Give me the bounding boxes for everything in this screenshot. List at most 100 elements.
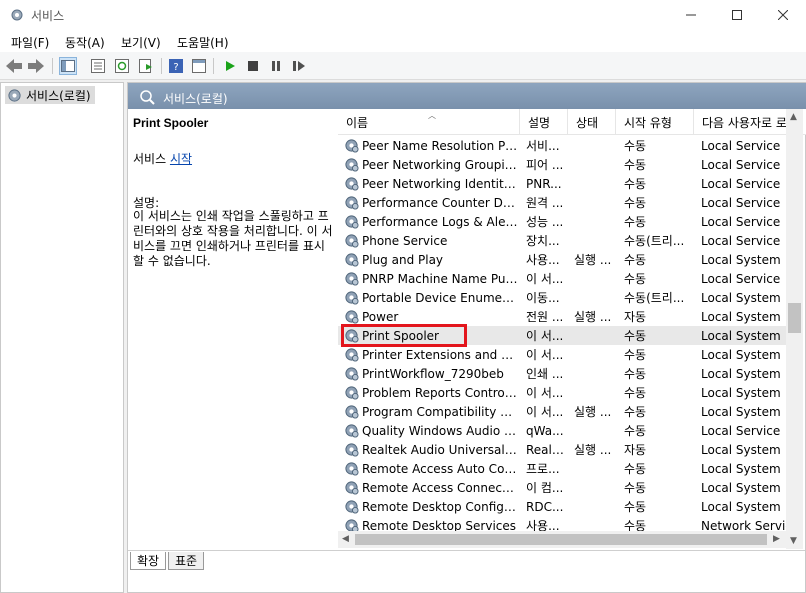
column-startup-type[interactable]: 시작 유형 <box>616 109 694 135</box>
service-row[interactable]: Print Spooler 이 서... 수동 Local System <box>338 324 796 347</box>
menu-bar: 파일(F) 동작(A) 보기(V) 도움말(H) <box>0 30 806 52</box>
service-row[interactable]: Phone Service 장치... 수동(트리... Local Service <box>338 231 796 250</box>
service-gear-icon <box>345 139 359 153</box>
service-name: Program Compatibility Assi... <box>362 404 518 419</box>
service-startup-type: 수동 <box>624 215 647 229</box>
view-tabs: 확장 표준 <box>128 550 805 570</box>
scroll-right-icon[interactable]: ▶ <box>773 534 780 544</box>
service-log-on-as: Local System <box>701 290 781 305</box>
service-row[interactable]: Peer Networking Identity ... PNR... 수동 Loca… <box>338 174 796 193</box>
tab-standard[interactable]: 표준 <box>168 552 205 570</box>
service-row[interactable]: Peer Networking Grouping 피어 ... 수동 Local Se… <box>338 155 796 174</box>
close-button[interactable] <box>760 0 806 30</box>
horizontal-scrollbar[interactable]: ◀ ▶ <box>338 531 786 548</box>
help-button[interactable]: ? <box>167 57 185 75</box>
forward-button[interactable] <box>27 57 45 75</box>
scroll-up-icon[interactable]: ▲ <box>790 112 797 122</box>
service-row[interactable]: Program Compatibility Assi... 이 서... 실행 ..… <box>338 402 796 421</box>
service-status: 실행 ... <box>574 310 612 324</box>
service-name: Performance Logs & Alerts <box>362 214 518 229</box>
service-row[interactable]: Remote Desktop Configura... RDC... 수동 Local… <box>338 497 796 516</box>
tab-extended[interactable]: 확장 <box>130 552 167 570</box>
tree-item-services-local[interactable]: 서비스(로컬) <box>5 86 95 104</box>
service-row[interactable]: Portable Device Enumerato... 이동... 수동(트리..… <box>338 288 796 307</box>
service-action-line: 서비스 시작 <box>133 150 192 167</box>
show-hide-tree-button[interactable] <box>59 57 77 75</box>
column-description[interactable]: 설명 <box>520 109 568 135</box>
menu-help[interactable]: 도움말(H) <box>177 34 229 51</box>
svg-text:?: ? <box>173 62 178 73</box>
toolbar: ? <box>0 52 806 80</box>
service-row[interactable]: Performance Counter DLL ... 원격 ... 수동 Local… <box>338 193 796 212</box>
restart-service-button[interactable] <box>290 57 308 75</box>
services-list: 이름 ︿ 설명 상태 시작 유형 다음 사용자로 로 Peer Name Res… <box>338 109 806 549</box>
refresh-icon <box>115 59 129 73</box>
pause-service-button[interactable] <box>267 57 285 75</box>
start-service-button[interactable] <box>221 57 239 75</box>
column-status[interactable]: 상태 <box>568 109 616 135</box>
service-row[interactable]: Printer Extensions and Noti... 이 서... 수동 Lo… <box>338 345 796 364</box>
start-service-link[interactable]: 시작 <box>170 152 192 166</box>
service-gear-icon <box>345 348 359 362</box>
stop-service-icon <box>248 61 258 71</box>
service-row[interactable]: Realtek Audio Universal Ser... Realt... 실행… <box>338 440 796 459</box>
service-startup-type: 수동 <box>624 158 647 172</box>
stop-service-button[interactable] <box>244 57 262 75</box>
service-description: 프로... <box>526 462 560 476</box>
horizontal-scroll-thumb[interactable] <box>355 534 767 545</box>
export-list-button[interactable] <box>137 57 155 75</box>
service-row[interactable]: Peer Name Resolution Prot... 서비... 수동 Local… <box>338 136 796 155</box>
menu-view[interactable]: 보기(V) <box>121 34 161 51</box>
scroll-down-icon[interactable]: ▼ <box>790 536 797 546</box>
scroll-left-icon[interactable]: ◀ <box>342 534 349 544</box>
service-description: 전원 ... <box>526 310 564 324</box>
close-icon <box>778 10 788 20</box>
service-startup-type: 수동 <box>624 348 647 362</box>
service-row[interactable]: PrintWorkflow_7290beb 인쇄 ... 수동 Local Syste… <box>338 364 796 383</box>
toolbar-separator <box>52 58 53 74</box>
back-button[interactable] <box>5 57 23 75</box>
vertical-scrollbar[interactable]: ▲ ▼ <box>786 109 803 549</box>
selected-service-name: Print Spooler <box>133 116 209 130</box>
service-gear-icon <box>345 386 359 400</box>
service-log-on-as: Local Service <box>701 195 781 210</box>
vertical-scroll-thumb[interactable] <box>788 303 801 333</box>
maximize-button[interactable] <box>714 0 760 30</box>
service-row[interactable]: Remote Access Connection... 이 컴... 수동 Local… <box>338 478 796 497</box>
service-gear-icon <box>345 272 359 286</box>
service-gear-icon <box>345 443 359 457</box>
console-button[interactable] <box>190 57 208 75</box>
service-row[interactable]: PNRP Machine Name Publi... 이 서... 수동 Local … <box>338 269 796 288</box>
service-startup-type: 자동 <box>624 443 647 457</box>
service-description: 이 서... <box>526 386 564 400</box>
service-row[interactable]: Remote Access Auto Conn... 프로... 수동 Local S… <box>338 459 796 478</box>
service-name: Remote Desktop Configura... <box>362 499 518 514</box>
service-description: 피어 ... <box>526 158 564 172</box>
service-row[interactable]: Problem Reports Control P... 이 서... 수동 Loca… <box>338 383 796 402</box>
service-log-on-as: Local System <box>701 480 781 495</box>
service-log-on-as: Local System <box>701 404 781 419</box>
minimize-button[interactable] <box>668 0 714 30</box>
service-description: 장치... <box>526 234 560 248</box>
service-gear-icon <box>345 481 359 495</box>
service-row[interactable]: Plug and Play 사용... 실행 ... 수동 Local System <box>338 250 796 269</box>
service-description: Realt... <box>526 442 564 457</box>
service-startup-type: 수동 <box>624 386 647 400</box>
refresh-button[interactable] <box>113 57 131 75</box>
service-name: Power <box>362 309 399 324</box>
service-log-on-as: Local Service <box>701 233 781 248</box>
toolbar-separator <box>161 58 162 74</box>
menu-file[interactable]: 파일(F) <box>11 34 49 51</box>
service-row[interactable]: Quality Windows Audio Vi... qWa... 수동 Local… <box>338 421 796 440</box>
service-log-on-as: Local System <box>701 328 781 343</box>
column-header-row: 이름 ︿ 설명 상태 시작 유형 다음 사용자로 로 <box>338 109 806 135</box>
properties-button[interactable] <box>89 57 107 75</box>
service-log-on-as: Local System <box>701 366 781 381</box>
service-row[interactable]: Performance Logs & Alerts 성능 ... 수동 Local S… <box>338 212 796 231</box>
service-gear-icon <box>345 291 359 305</box>
services-gear-icon <box>8 88 21 102</box>
service-startup-type: 수동 <box>624 329 647 343</box>
service-name: Portable Device Enumerato... <box>362 290 518 305</box>
service-name: Problem Reports Control P... <box>362 385 518 400</box>
menu-action[interactable]: 동작(A) <box>65 34 105 51</box>
